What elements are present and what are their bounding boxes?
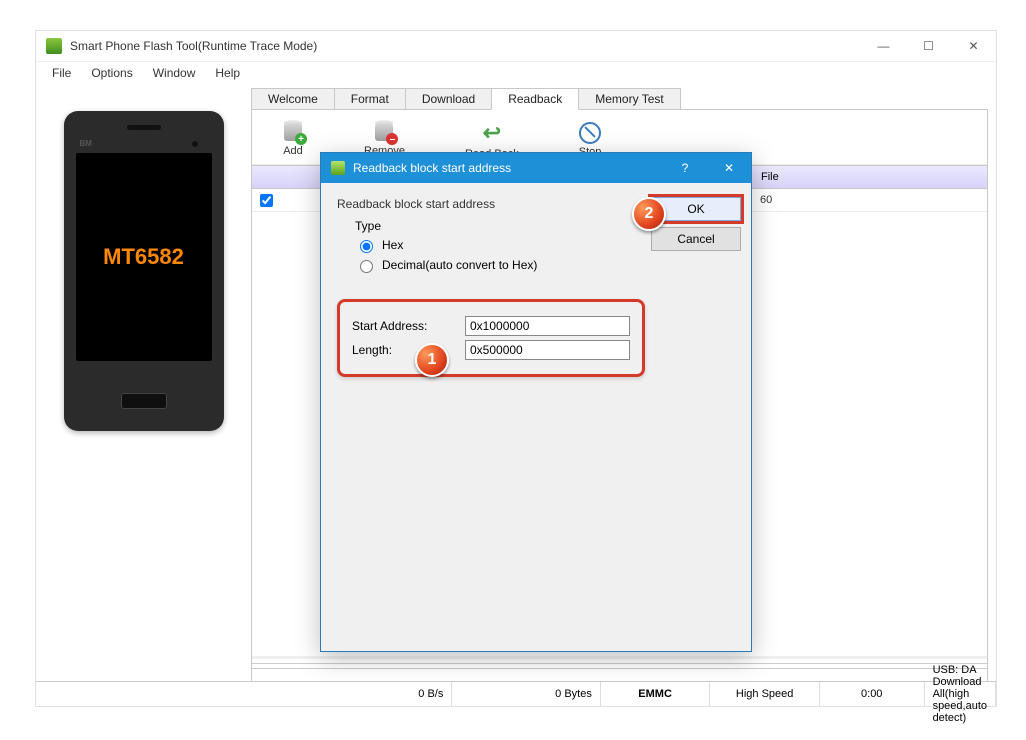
tab-format[interactable]: Format <box>334 88 406 110</box>
menu-options[interactable]: Options <box>83 64 140 82</box>
address-fields-group: Start Address: Length: <box>337 299 645 377</box>
tab-download[interactable]: Download <box>405 88 492 110</box>
home-button-icon <box>121 393 167 409</box>
menu-window[interactable]: Window <box>145 64 204 82</box>
dialog-help-button[interactable]: ? <box>663 153 707 183</box>
menu-file[interactable]: File <box>44 64 79 82</box>
menubar: File Options Window Help <box>36 62 996 84</box>
close-button[interactable]: ✕ <box>951 31 996 61</box>
maximize-button[interactable]: ☐ <box>906 31 951 61</box>
device-panel: BM MT6582 <box>36 83 251 682</box>
length-input[interactable] <box>465 340 630 360</box>
database-remove-icon: – <box>373 123 395 143</box>
dialog-app-icon <box>331 161 345 175</box>
dialog-body: Readback block start address Type Hex De… <box>321 183 661 651</box>
dialog-title: Readback block start address <box>353 161 663 175</box>
status-speed: 0 B/s <box>260 682 452 706</box>
tab-strip: Welcome Format Download Readback Memory … <box>251 87 988 109</box>
tab-memory-test[interactable]: Memory Test <box>578 88 680 110</box>
pane-splitter[interactable] <box>252 656 987 663</box>
database-add-icon: + <box>282 123 304 143</box>
add-button[interactable]: + Add <box>282 123 304 157</box>
type-label: Type <box>355 219 645 233</box>
row-checkbox[interactable] <box>260 194 273 207</box>
readback-arrow-icon: ↩ <box>483 120 501 146</box>
titlebar: Smart Phone Flash Tool(Runtime Trace Mod… <box>36 31 996 62</box>
start-address-input[interactable] <box>465 316 630 336</box>
chip-label: MT6582 <box>103 244 184 270</box>
annotation-badge-1: 1 <box>415 343 449 377</box>
window-title: Smart Phone Flash Tool(Runtime Trace Mod… <box>70 39 861 53</box>
menu-help[interactable]: Help <box>207 64 248 82</box>
dialog-close-button[interactable]: ✕ <box>707 153 751 183</box>
readback-address-dialog: Readback block start address ? ✕ Readbac… <box>320 152 752 652</box>
phone-brand: BM <box>80 139 92 148</box>
cancel-button[interactable]: Cancel <box>651 227 741 251</box>
tab-readback[interactable]: Readback <box>491 88 579 110</box>
phone-camera <box>192 141 198 147</box>
dialog-titlebar: Readback block start address ? ✕ <box>321 153 751 183</box>
annotation-badge-2: 2 <box>632 197 666 231</box>
minimize-button[interactable]: — <box>861 31 906 61</box>
phone-illustration: BM MT6582 <box>64 111 224 431</box>
tab-welcome[interactable]: Welcome <box>251 88 335 110</box>
status-bar: 0 B/s 0 Bytes EMMC High Speed 0:00 USB: … <box>36 681 996 706</box>
status-time: 0:00 <box>820 682 925 706</box>
app-icon <box>46 38 62 54</box>
phone-speaker <box>127 125 161 130</box>
status-mode: High Speed <box>710 682 820 706</box>
pane-divider <box>252 663 987 669</box>
stop-icon <box>579 122 601 144</box>
dialog-header-label: Readback block start address <box>337 197 645 211</box>
status-storage: EMMC <box>601 682 711 706</box>
radio-hex[interactable]: Hex <box>355 237 645 253</box>
phone-screen: MT6582 <box>76 153 212 361</box>
status-usb: USB: DA Download All(high speed,auto det… <box>925 682 996 706</box>
start-address-label: Start Address: <box>352 319 455 333</box>
radio-decimal[interactable]: Decimal(auto convert to Hex) <box>355 257 645 273</box>
status-bytes: 0 Bytes <box>452 682 600 706</box>
